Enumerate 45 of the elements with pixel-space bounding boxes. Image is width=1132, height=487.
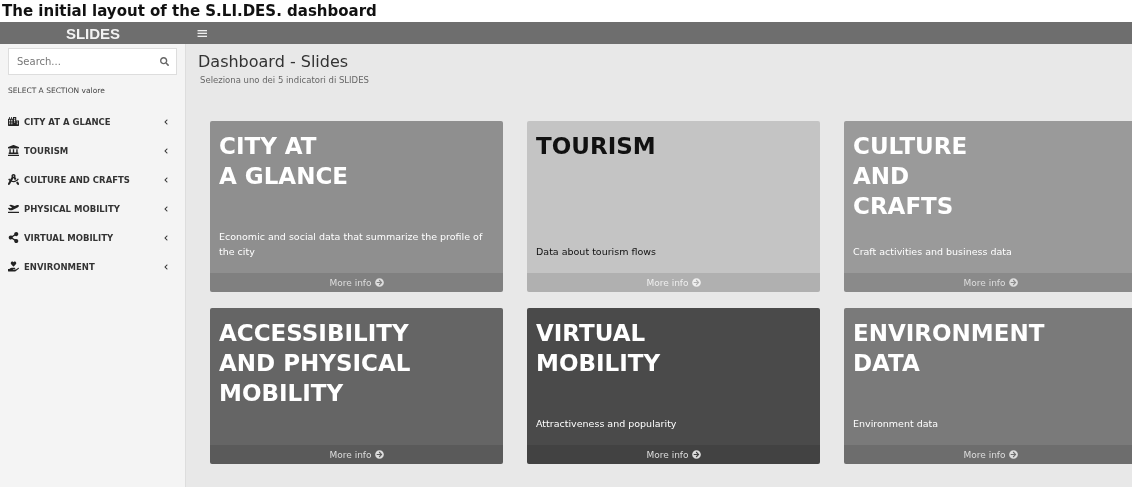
chevron-icon: [163, 118, 169, 125]
share-icon: [8, 232, 19, 243]
figure-caption: The initial layout of the S.LI.DES. dashboard: [1, 1, 378, 22]
compass-icon: [8, 174, 19, 185]
section-card[interactable]: ENVIRONMENT DATA Environment data More info: [844, 308, 1132, 464]
section-card[interactable]: CITY AT A GLANCE Economic and social data that summarize the profile of the city More info: [210, 121, 503, 292]
chevron-icon: [163, 205, 169, 212]
page-title: Dashboard - Slides: [198, 52, 350, 71]
section-card[interactable]: VIRTUAL MOBILITY Attractiveness and popularity More info: [527, 308, 820, 464]
search-field[interactable]: Search...: [8, 48, 177, 75]
hand-icon: [8, 261, 19, 272]
sidebar-item[interactable]: CULTURE AND CRAFTS: [8, 165, 177, 194]
section-card[interactable]: ACCESSIBILITY AND PHYSICAL MOBILITY More info: [210, 308, 503, 464]
card-description: Economic and social data that summarize the profile of the city: [219, 230, 484, 259]
card-title: VIRTUAL MOBILITY: [536, 319, 662, 378]
airplane-icon: [8, 203, 19, 214]
card-title: CITY AT A GLANCE: [219, 132, 349, 191]
more-info-link[interactable]: More info: [527, 445, 820, 464]
card-title: ACCESSIBILITY AND PHYSICAL MOBILITY: [219, 319, 412, 408]
search-icon[interactable]: [160, 57, 169, 66]
more-info-link[interactable]: More info: [210, 273, 503, 292]
sidebar-item[interactable]: CITY AT A GLANCE: [8, 107, 177, 136]
menu-button[interactable]: ≡: [192, 24, 213, 42]
sidebar-item[interactable]: PHYSICAL MOBILITY: [8, 194, 177, 223]
card-description: Attractiveness and popularity: [536, 417, 678, 431]
sidebar-item[interactable]: ENVIRONMENT: [8, 252, 177, 281]
section-card[interactable]: TOURISM Data about tourism flows More info: [527, 121, 820, 292]
card-title: CULTURE AND CRAFTS: [853, 132, 969, 221]
landmark-icon: [8, 145, 19, 156]
card-description: Craft activities and business data: [853, 245, 1013, 259]
card-title: ENVIRONMENT DATA: [853, 319, 1046, 378]
chevron-icon: [163, 176, 169, 183]
card-description: Data about tourism flows: [536, 245, 657, 259]
chevron-icon: [163, 263, 169, 270]
sidebar-item[interactable]: VIRTUAL MOBILITY: [8, 223, 177, 252]
card-description: Environment data: [853, 417, 940, 431]
chevron-icon: [163, 147, 169, 154]
chevron-icon: [163, 234, 169, 241]
city-icon: [8, 116, 19, 127]
sidebar-item[interactable]: TOURISM: [8, 136, 177, 165]
logo: SLIDES: [64, 24, 122, 42]
card-title: TOURISM: [536, 132, 657, 161]
more-info-link[interactable]: More info: [844, 445, 1132, 464]
page-subtitle: Seleziona uno dei 5 indicatori di SLIDES: [200, 75, 370, 85]
more-info-link[interactable]: More info: [210, 445, 503, 464]
